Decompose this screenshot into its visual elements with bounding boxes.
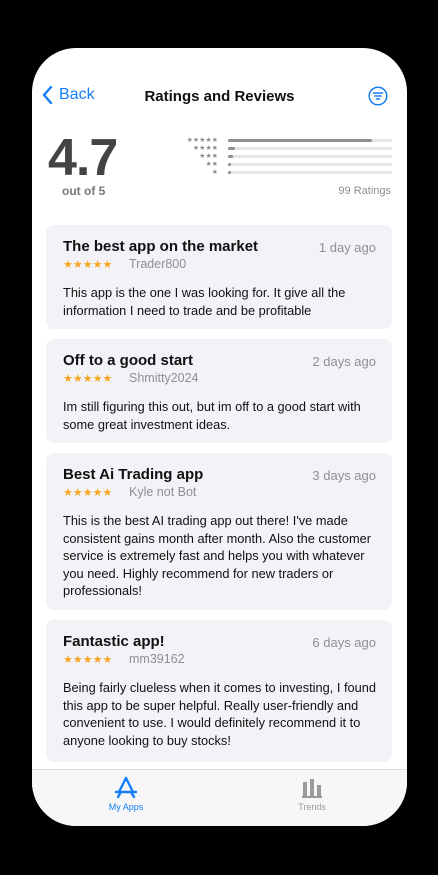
bar-chart-icon (302, 779, 322, 798)
review-author: mm39162 (129, 652, 185, 666)
page-title: Ratings and Reviews (144, 88, 295, 105)
rating-bar-track (228, 139, 392, 142)
review-date: 6 days ago (312, 635, 376, 650)
review-stars: ★★★★★ (63, 654, 113, 666)
review-body: This is the best AI trading app out ther… (63, 513, 371, 598)
rating-bar-row: ★★★ (178, 153, 394, 161)
tab-bar: My Apps Trends (32, 769, 407, 826)
review-card[interactable]: Best Ai Trading app 3 days ago ★★★★★ Kyle n… (46, 453, 392, 610)
review-body: Being fairly clueless when it comes to i… (63, 680, 376, 748)
review-title: Best Ai Trading app (63, 466, 204, 483)
review-card[interactable]: The best app on the market 1 day ago ★★★★★… (46, 225, 392, 329)
review-body: Im still figuring this out, but im off t… (63, 399, 361, 432)
rating-bar-track (228, 155, 392, 158)
tab-my-apps[interactable]: My Apps (86, 776, 166, 812)
rating-bar-stars: ★★★★★ (186, 137, 218, 144)
review-date: 2 days ago (312, 354, 376, 369)
rating-bar-fill (228, 163, 232, 166)
rating-bar-stars: ★★★★ (192, 145, 218, 152)
rating-bar-row: ★ (178, 169, 394, 177)
rating-bar-stars: ★ (211, 169, 218, 176)
rating-bar-track (228, 163, 392, 166)
review-title: The best app on the market (63, 238, 259, 255)
rating-summary: 4.7 out of 5 ★★★★★ ★★★★ ★★★ ★★ ★ 99 Ratings (32, 132, 407, 202)
rating-bar-row: ★★★★ (178, 145, 394, 153)
review-author: Trader800 (129, 257, 187, 271)
review-body: This app is the one I was looking for. I… (63, 285, 346, 318)
review-stars: ★★★★★ (63, 373, 113, 385)
rating-bar-stars: ★★★ (199, 153, 218, 160)
phone-screen: Back Ratings and Reviews 4.7 out of 5 ★★… (32, 48, 407, 826)
review-title: Fantastic app! (63, 633, 165, 650)
tab-trends-label: Trends (298, 802, 326, 812)
review-author: Shmitty2024 (129, 371, 199, 385)
average-rating: 4.7 (48, 129, 118, 187)
review-date: 1 day ago (318, 240, 376, 255)
review-title: Off to a good start (63, 352, 193, 369)
rating-bar-fill (228, 139, 373, 142)
review-card[interactable]: Fantastic app! 6 days ago ★★★★★ mm39162 Bein… (46, 620, 392, 762)
rating-distribution: ★★★★★ ★★★★ ★★★ ★★ ★ (178, 137, 394, 177)
tab-my-apps-label: My Apps (108, 802, 144, 812)
rating-bar-fill (228, 147, 235, 150)
rating-bar-track (228, 147, 392, 150)
rating-bar-row: ★★ (178, 161, 394, 169)
review-card[interactable]: Off to a good start 2 days ago ★★★★★ Shmitt… (46, 339, 392, 443)
review-stars: ★★★★★ (63, 487, 113, 499)
review-author: Kyle not Bot (129, 485, 197, 499)
rating-bar-track (228, 171, 392, 174)
rating-bar-row: ★★★★★ (178, 137, 394, 145)
review-date: 3 days ago (312, 468, 376, 483)
rating-bar-fill (228, 155, 233, 158)
ratings-count: 99 Ratings (338, 185, 391, 197)
rating-bar-fill (228, 171, 232, 174)
review-stars: ★★★★★ (63, 259, 113, 271)
filter-icon[interactable] (368, 86, 388, 106)
rating-bar-stars: ★★ (205, 161, 218, 168)
out-of-label: out of 5 (62, 184, 106, 198)
app-store-icon (114, 776, 138, 799)
navigation-bar: Back Ratings and Reviews (32, 48, 407, 138)
tab-trends[interactable]: Trends (272, 776, 352, 812)
